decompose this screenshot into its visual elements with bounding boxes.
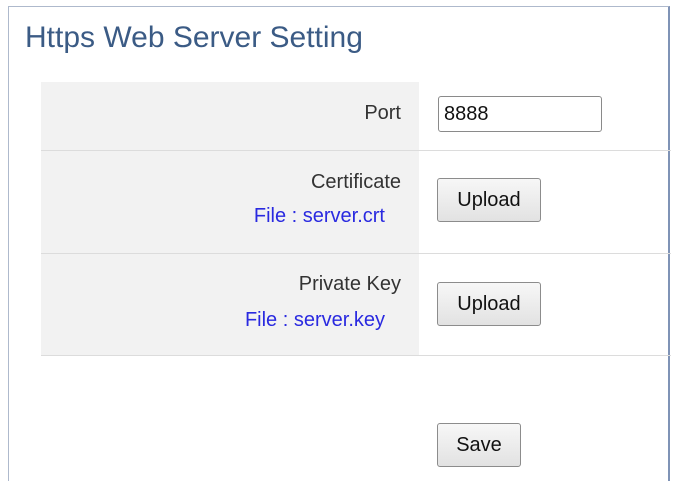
port-input[interactable] bbox=[438, 96, 602, 132]
certificate-file-name: File : server.crt bbox=[253, 205, 385, 227]
port-label-cell: Port bbox=[41, 82, 419, 150]
private-key-label: Private Key bbox=[298, 273, 401, 295]
page-title: Https Web Server Setting bbox=[25, 21, 363, 54]
port-label: Port bbox=[364, 102, 401, 124]
settings-panel: Https Web Server Setting Port Certificat… bbox=[8, 6, 671, 481]
private-key-file-name: File : server.key bbox=[244, 309, 385, 331]
save-button[interactable]: Save bbox=[437, 423, 521, 467]
certificate-upload-button[interactable]: Upload bbox=[437, 178, 541, 222]
settings-table: Port Certificate File : server.crt Uploa… bbox=[41, 82, 671, 356]
certificate-label-cell: Certificate File : server.crt bbox=[41, 151, 419, 253]
private-key-row: Private Key File : server.key Upload bbox=[41, 254, 671, 356]
port-row: Port bbox=[41, 82, 671, 151]
certificate-row: Certificate File : server.crt Upload bbox=[41, 151, 671, 254]
private-key-upload-button[interactable]: Upload bbox=[437, 282, 541, 326]
private-key-label-cell: Private Key File : server.key bbox=[41, 254, 419, 355]
certificate-label: Certificate bbox=[310, 171, 401, 193]
